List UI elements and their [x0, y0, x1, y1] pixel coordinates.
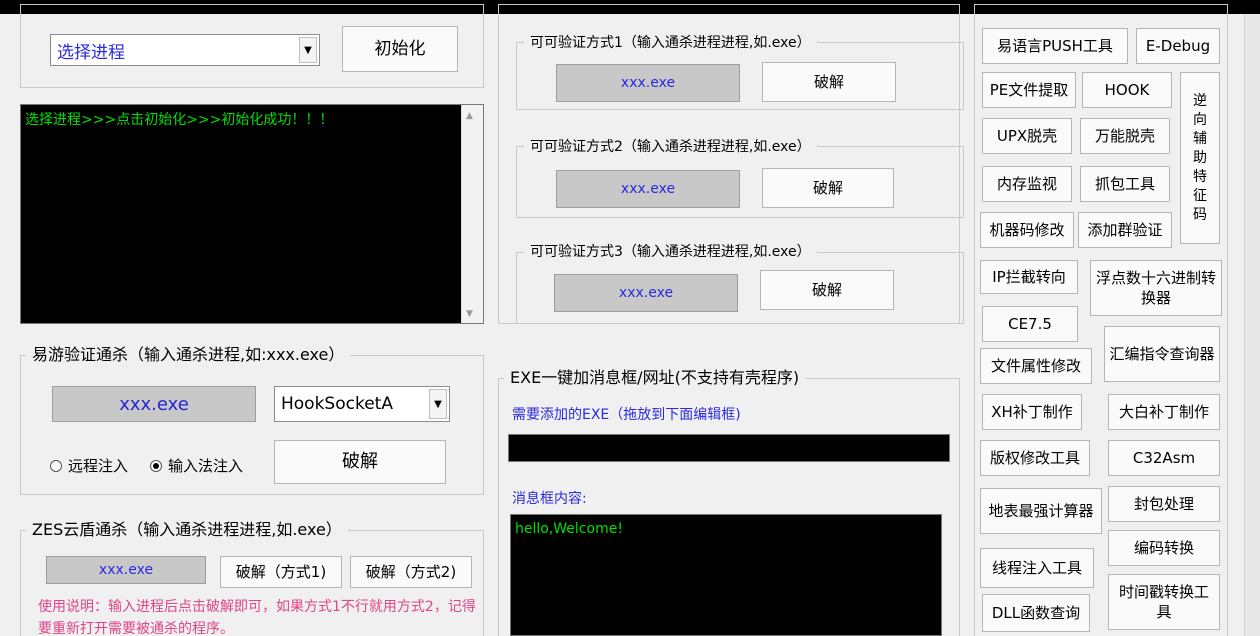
yiyou-group-title: 易游验证通杀（输入通杀进程,如:xxx.exe）: [26, 345, 351, 365]
chevron-down-icon[interactable]: ▼: [429, 389, 447, 419]
radio-circle-icon[interactable]: [50, 459, 62, 472]
reverse-char-2: 向: [1193, 111, 1207, 128]
memory-monitor-button[interactable]: 内存监视: [982, 166, 1072, 202]
packet-capture-button[interactable]: 抓包工具: [1080, 166, 1170, 202]
reverse-char-1: 逆: [1193, 92, 1207, 109]
reverse-char-6: 征: [1193, 187, 1207, 204]
verify-method3-crack-button[interactable]: 破解: [760, 270, 894, 310]
asm-query-button[interactable]: 汇编指令查询器: [1104, 326, 1220, 382]
verify-method1-title: 可可验证方式1（输入通杀进程进程,如.exe）: [524, 33, 817, 53]
reverse-char-4: 助: [1193, 149, 1207, 166]
init-button[interactable]: 初始化: [342, 26, 458, 72]
verify-method3-field[interactable]: xxx.exe: [554, 274, 738, 312]
radio-remote-label: 远程注入: [68, 457, 129, 475]
process-select-value: 选择进程: [57, 42, 125, 63]
pe-extract-button[interactable]: PE文件提取: [982, 72, 1076, 108]
msg-content-text: hello,Welcome!: [515, 521, 623, 537]
calculator-button[interactable]: 地表最强计算器: [980, 488, 1102, 534]
verify-method2-title: 可可验证方式2（输入通杀进程进程,如.exe）: [524, 137, 817, 157]
encode-convert-button[interactable]: 编码转换: [1108, 530, 1220, 566]
dll-func-query-button[interactable]: DLL函数查询: [982, 594, 1090, 632]
right-edge-strip: [1244, 14, 1260, 636]
edebug-button[interactable]: E-Debug: [1136, 28, 1220, 64]
hook-select[interactable]: HookSocketA ▼: [274, 386, 450, 422]
exe-msg-title: EXE一键加消息框/网址(不支持有壳程序): [504, 368, 806, 388]
process-select[interactable]: 选择进程 ▼: [50, 34, 320, 66]
add-group-verify-button[interactable]: 添加群验证: [1078, 212, 1172, 248]
exe-target-label: 需要添加的EXE（拖放到下面编辑框): [512, 407, 741, 423]
radio-ime-label: 输入法注入: [168, 457, 244, 475]
yiyou-process-field[interactable]: xxx.exe: [52, 386, 256, 422]
radio-ime-inject[interactable]: 输入法注入: [150, 455, 243, 476]
machine-code-button[interactable]: 机器码修改: [980, 212, 1074, 248]
float-hex-converter-button[interactable]: 浮点数十六进制转换器: [1090, 260, 1222, 316]
scroll-up-icon[interactable]: ▲: [466, 111, 473, 121]
scroll-down-icon[interactable]: ▼: [466, 309, 473, 319]
packet-process-button[interactable]: 封包处理: [1108, 486, 1220, 522]
upx-unpack-button[interactable]: UPX脱壳: [982, 118, 1072, 154]
file-attr-button[interactable]: 文件属性修改: [980, 348, 1092, 384]
verify-method1-crack-button[interactable]: 破解: [762, 62, 896, 102]
zes-group-title: ZES云盾通杀（输入通杀进程进程,如.exe）: [26, 520, 348, 540]
radio-selected-icon[interactable]: [150, 459, 162, 472]
timestamp-convert-button[interactable]: 时间戳转换工具: [1108, 574, 1220, 630]
zes-instructions: 使用说明：输入进程后点击破解即可，如果方式1不行就用方式2，记得要重新打开需要被…: [38, 599, 476, 636]
hook-button[interactable]: HOOK: [1082, 72, 1172, 108]
exe-target-input[interactable]: [508, 434, 950, 462]
radio-remote-inject[interactable]: 远程注入: [50, 455, 128, 476]
verify-method3-title: 可可验证方式3（输入通杀进程进程,如.exe）: [524, 242, 817, 262]
universal-unpack-button[interactable]: 万能脱壳: [1080, 118, 1170, 154]
thread-inject-button[interactable]: 线程注入工具: [980, 548, 1094, 588]
push-tool-button[interactable]: 易语言PUSH工具: [982, 28, 1128, 64]
copyright-edit-button[interactable]: 版权修改工具: [980, 440, 1090, 476]
xh-patch-button[interactable]: XH补丁制作: [982, 394, 1082, 430]
ip-redirect-button[interactable]: IP拦截转向: [980, 260, 1078, 294]
reverse-signature-button[interactable]: 逆 向 辅 助 特 征 码: [1180, 72, 1220, 244]
verify-method2-field[interactable]: xxx.exe: [556, 170, 740, 208]
c32asm-button[interactable]: C32Asm: [1108, 440, 1220, 476]
reverse-char-7: 码: [1193, 206, 1207, 223]
dabai-patch-button[interactable]: 大白补丁制作: [1108, 394, 1220, 430]
yiyou-crack-button[interactable]: 破解: [274, 440, 446, 484]
zes-crack2-button[interactable]: 破解（方式2): [350, 556, 472, 588]
verify-method1-field[interactable]: xxx.exe: [556, 64, 740, 102]
msg-content-input[interactable]: hello,Welcome!: [510, 514, 942, 636]
log-text: 选择进程>>>点击初始化>>>初始化成功！！！: [25, 112, 334, 128]
ce-button[interactable]: CE7.5: [982, 306, 1078, 342]
reverse-char-5: 特: [1193, 168, 1207, 185]
reverse-char-3: 辅: [1193, 130, 1207, 147]
zes-process-field[interactable]: xxx.exe: [46, 556, 206, 584]
zes-crack1-button[interactable]: 破解（方式1): [220, 556, 342, 588]
verify-method2-crack-button[interactable]: 破解: [762, 168, 894, 208]
log-scrollbar[interactable]: ▲ ▼: [461, 105, 483, 323]
hook-select-value: HookSocketA: [281, 394, 393, 414]
msg-content-label: 消息框内容:: [512, 491, 587, 507]
log-console[interactable]: 选择进程>>>点击初始化>>>初始化成功！！！ ▲ ▼: [20, 104, 484, 324]
chevron-down-icon[interactable]: ▼: [299, 37, 317, 63]
